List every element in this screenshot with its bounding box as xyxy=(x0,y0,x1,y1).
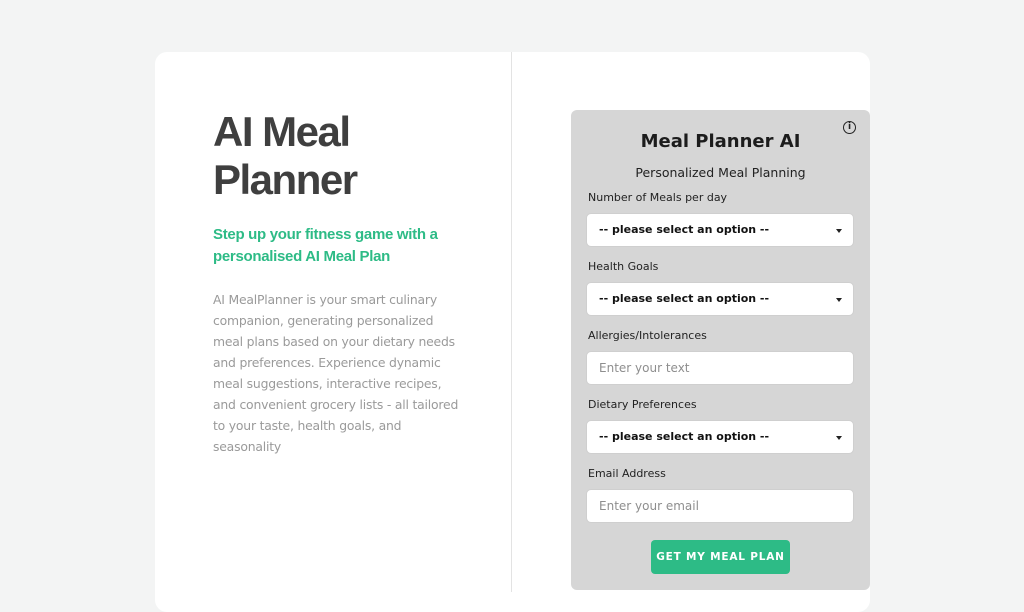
health-goals-select[interactable]: -- please select an option -- xyxy=(586,282,854,316)
column-divider xyxy=(511,52,512,592)
dietary-preferences-label: Dietary Preferences xyxy=(588,398,697,411)
meals-per-day-select[interactable]: -- please select an option -- xyxy=(586,213,854,247)
allergies-label: Allergies/Intolerances xyxy=(588,329,707,342)
allergies-input[interactable] xyxy=(586,351,854,385)
meals-per-day-label: Number of Meals per day xyxy=(588,191,728,204)
dropdown-arrow-icon xyxy=(836,298,842,302)
email-label: Email Address xyxy=(588,467,666,480)
form-subtitle: Personalized Meal Planning xyxy=(635,165,806,180)
dropdown-arrow-icon xyxy=(836,229,842,233)
health-goals-selected-value: -- please select an option -- xyxy=(599,292,770,305)
health-goals-label: Health Goals xyxy=(588,260,659,273)
get-meal-plan-button[interactable]: GET MY MEAL PLAN xyxy=(651,540,790,574)
email-input[interactable] xyxy=(586,489,854,523)
hero-description: AI MealPlanner is your smart culinary co… xyxy=(213,292,459,454)
meals-per-day-selected-value: -- please select an option -- xyxy=(599,223,770,236)
dropdown-arrow-icon xyxy=(836,436,842,440)
dietary-preferences-selected-value: -- please select an option -- xyxy=(599,430,770,443)
hero-subtitle: Step up your fitness game with a persona… xyxy=(213,226,438,265)
hero-title: AI Meal Planner xyxy=(213,108,358,203)
form-title: Meal Planner AI xyxy=(640,131,801,152)
dietary-preferences-select[interactable]: -- please select an option -- xyxy=(586,420,854,454)
